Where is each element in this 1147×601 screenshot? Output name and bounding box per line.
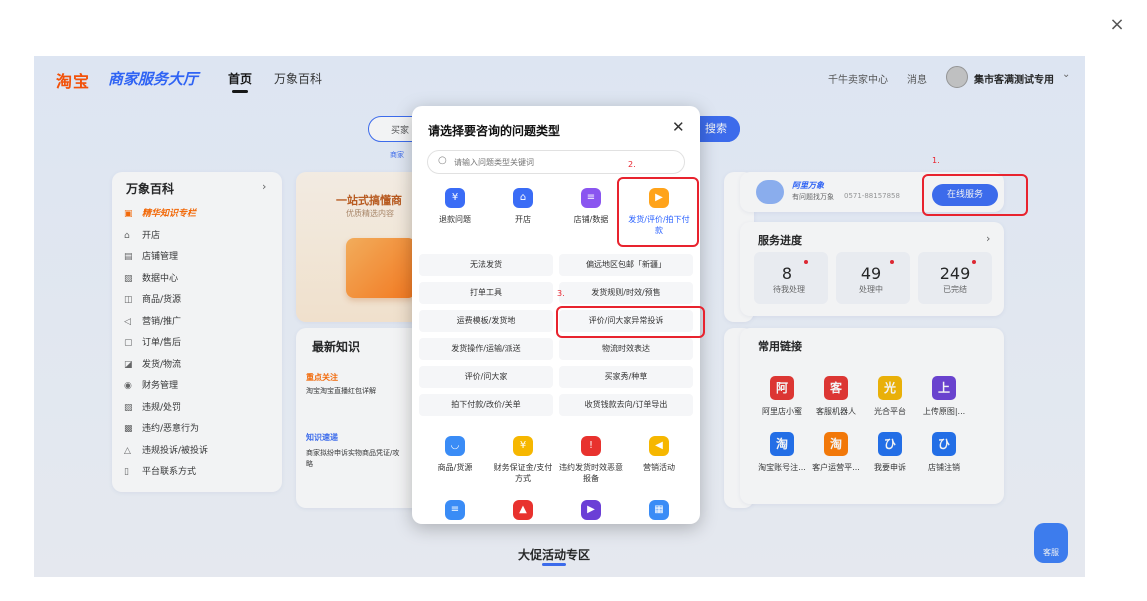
category-shop-data[interactable]: ≡ 店铺/数据 xyxy=(558,188,624,225)
search-icon: ○ xyxy=(438,155,447,166)
megaphone-icon: ◀ xyxy=(649,436,669,456)
option-item[interactable]: 打单工具 xyxy=(419,282,553,304)
category-chat[interactable]: ≡ xyxy=(422,500,488,520)
modal-search-field[interactable]: ○ xyxy=(427,150,685,174)
option-item[interactable]: 买家秀/种草 xyxy=(559,366,693,388)
category-alert[interactable]: ! 违约发货时效恶意报备 xyxy=(558,436,624,484)
question-type-modal: 请选择要咨询的问题类型 ✕ ○ ¥ 退款问题 ⌂ 开店 ≡ 店铺/数据 ▶ 发货/评价/拍下付… xyxy=(412,106,700,524)
category-megaphone[interactable]: ◀ 营销活动 xyxy=(626,436,692,473)
annotation-1: 1. xyxy=(932,156,940,165)
category-label: 商品/货源 xyxy=(437,463,473,472)
category-label: 退款问题 xyxy=(439,215,471,224)
option-item[interactable]: 无法发货 xyxy=(419,254,553,276)
shop-data-icon: ≡ xyxy=(581,188,601,208)
open-shop-icon: ⌂ xyxy=(513,188,533,208)
category-grid[interactable]: ▦ xyxy=(626,500,692,520)
truck-icon: ▶ xyxy=(649,188,669,208)
annotation-2: 2. xyxy=(628,160,636,169)
close-icon[interactable]: ✕ xyxy=(672,118,685,136)
category-open-shop[interactable]: ⌂ 开店 xyxy=(490,188,556,225)
option-item[interactable]: 物流时效表达 xyxy=(559,338,693,360)
option-item[interactable]: 发货规则/时效/预售 xyxy=(559,282,693,304)
alert-icon: ! xyxy=(581,436,601,456)
warning-icon: ▲ xyxy=(513,500,533,520)
option-item[interactable]: 评价/问大家异常投诉 xyxy=(559,310,693,332)
option-item[interactable]: 偏远地区包邮「新疆」 xyxy=(559,254,693,276)
category-label: 营销活动 xyxy=(643,463,675,472)
annotation-3: 3. xyxy=(557,289,565,298)
category-label: 店铺/数据 xyxy=(573,215,609,224)
modal-search-input[interactable] xyxy=(454,154,674,170)
category-video[interactable]: ▶ xyxy=(558,500,624,520)
refund-icon: ¥ xyxy=(445,188,465,208)
modal-title: 请选择要咨询的问题类型 xyxy=(428,124,561,138)
category-label: 发货/评价/拍下付款 xyxy=(628,215,690,235)
option-item[interactable]: 拍下付款/改价/关单 xyxy=(419,394,553,416)
option-item[interactable]: 评价/问大家 xyxy=(419,366,553,388)
category-refund[interactable]: ¥ 退款问题 xyxy=(422,188,488,225)
option-item[interactable]: 收货钱款去向/订单导出 xyxy=(559,394,693,416)
goods-icon: ◡ xyxy=(445,436,465,456)
category-label: 财务保证金/支付方式 xyxy=(493,463,553,483)
option-item[interactable]: 运费模板/发货地 xyxy=(419,310,553,332)
option-item[interactable]: 发货操作/运输/派送 xyxy=(419,338,553,360)
category-goods[interactable]: ◡ 商品/货源 xyxy=(422,436,488,473)
category-label: 违约发货时效恶意报备 xyxy=(559,463,623,483)
grid-icon: ▦ xyxy=(649,500,669,520)
close-icon[interactable]: × xyxy=(1106,14,1128,36)
category-truck[interactable]: ▶ 发货/评价/拍下付款 xyxy=(626,188,692,236)
chat-icon: ≡ xyxy=(445,500,465,520)
category-label: 开店 xyxy=(515,215,531,224)
video-icon: ▶ xyxy=(581,500,601,520)
category-warning[interactable]: ▲ xyxy=(490,500,556,520)
deposit-icon: ¥ xyxy=(513,436,533,456)
category-deposit[interactable]: ¥ 财务保证金/支付方式 xyxy=(490,436,556,484)
